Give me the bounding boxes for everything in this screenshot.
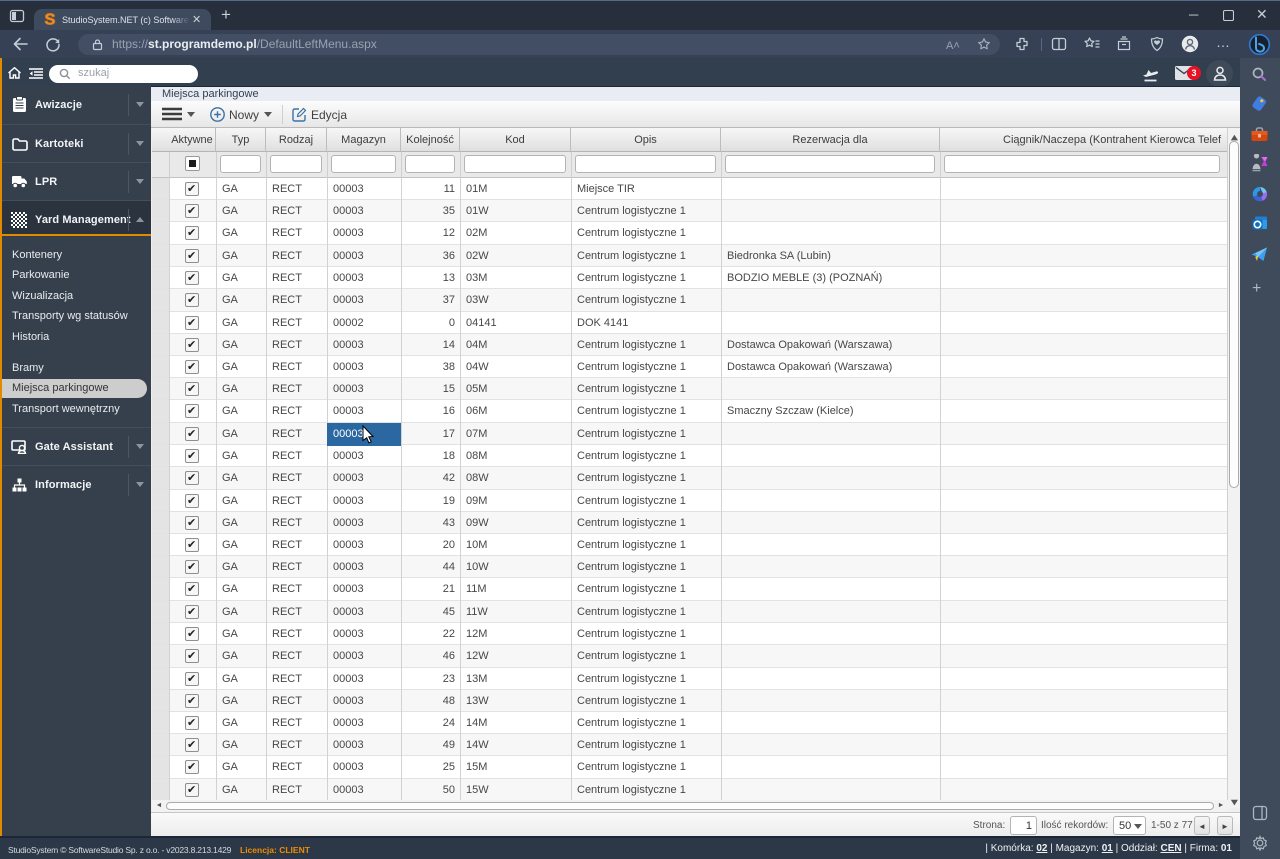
svg-text:A˄: A˄ [946, 40, 960, 52]
